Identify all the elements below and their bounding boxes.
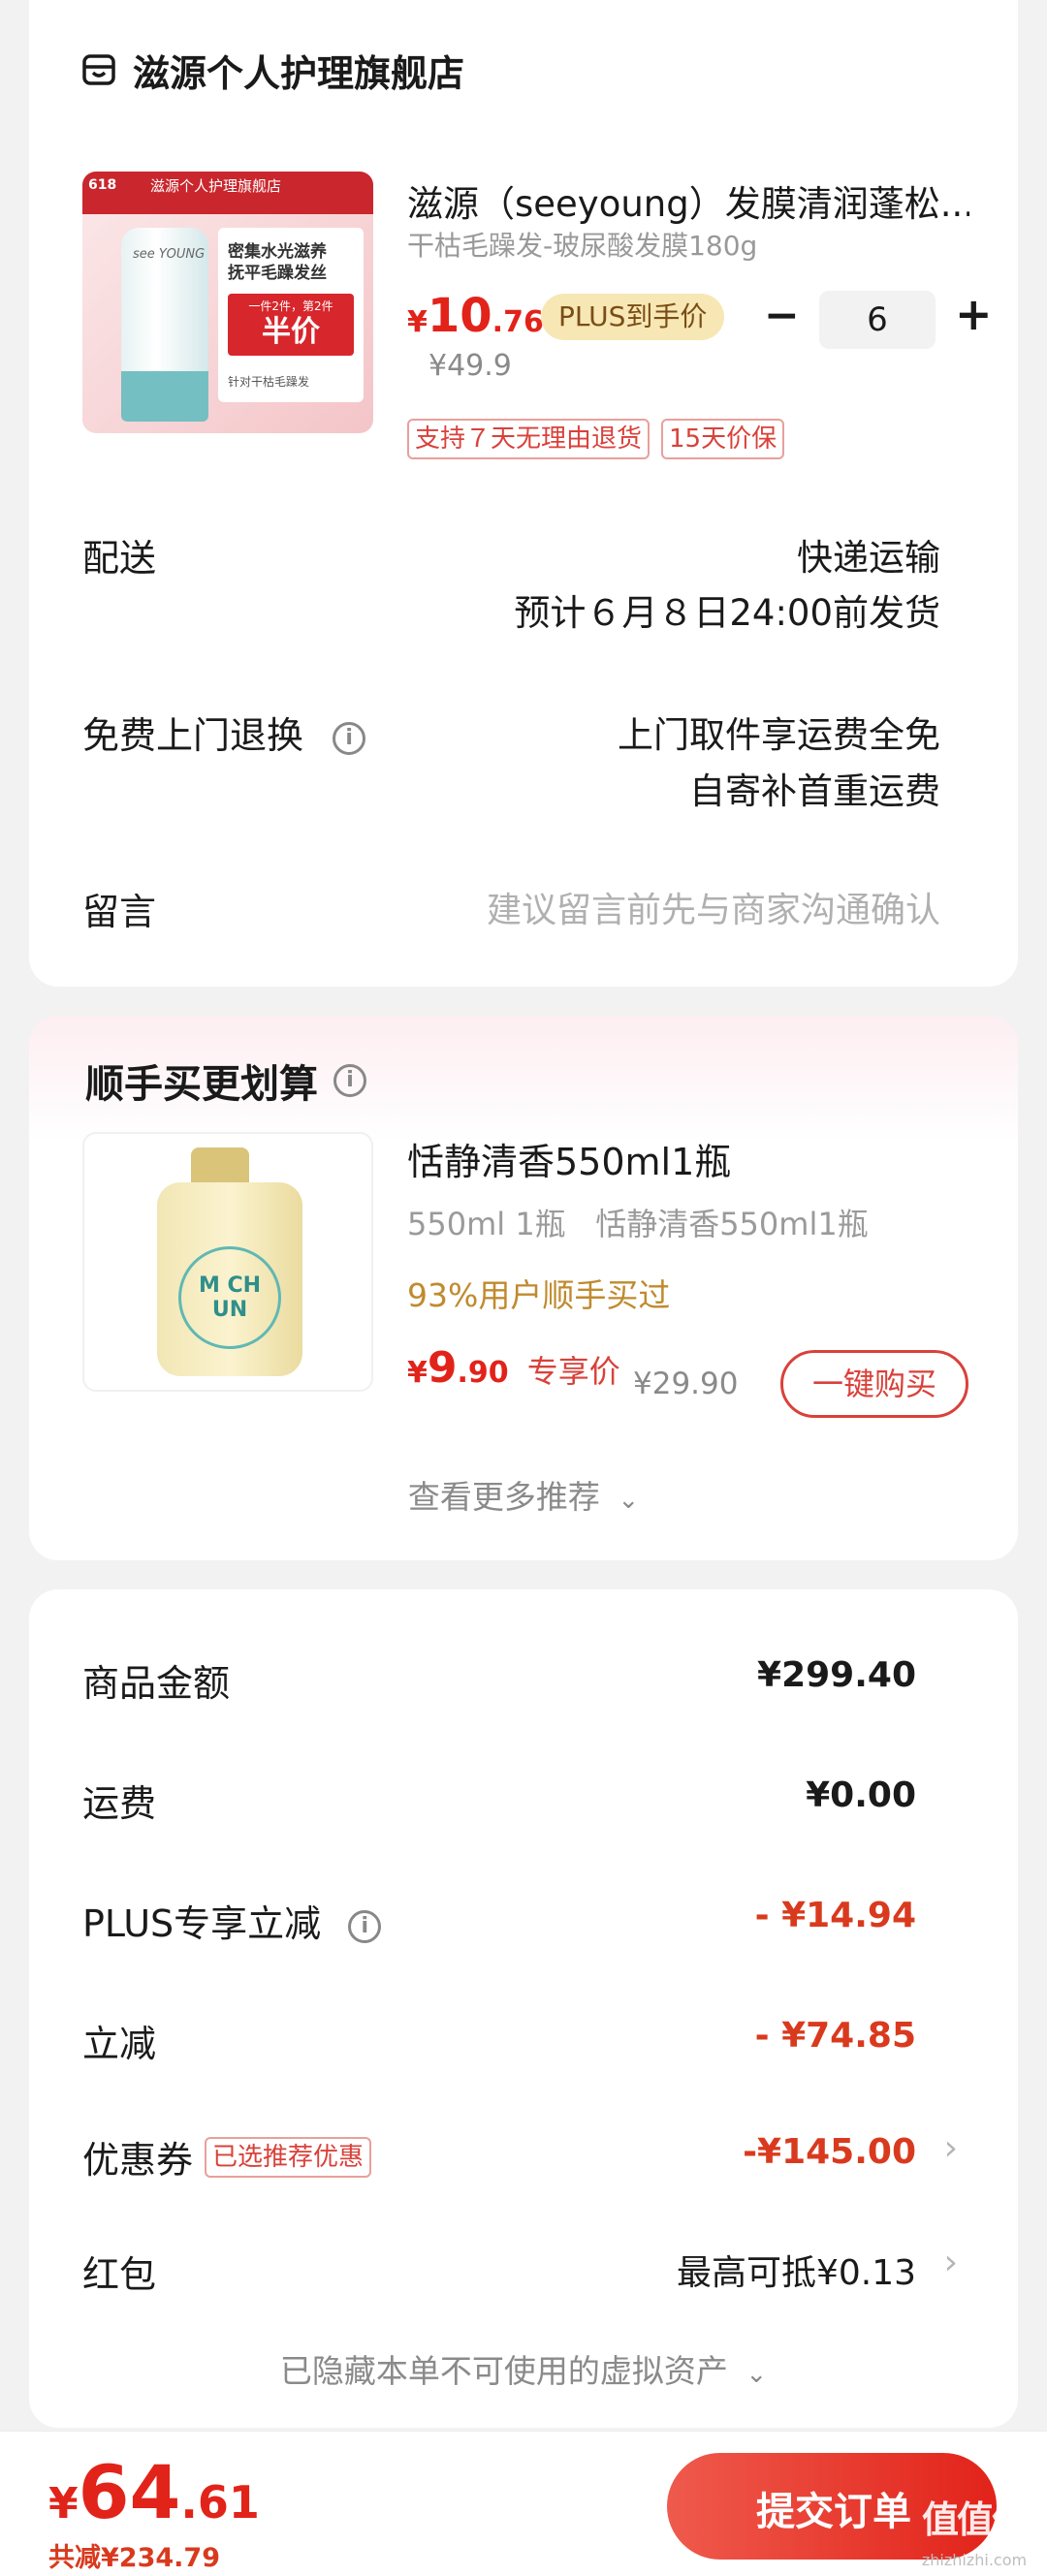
returns-line1: 上门取件享运费全免 [618, 714, 940, 756]
summary-coupon-label: 优惠券 已选推荐优惠 [82, 2130, 372, 2183]
addon-price: ¥9.90 专享价 [407, 1343, 620, 1393]
product-spec[interactable]: 干枯毛躁发-玻尿酸发膜180g [407, 225, 757, 264]
product-title[interactable]: 滋源（seeyoung）发膜清润蓬松... [407, 174, 969, 227]
product-image[interactable]: 618 滋源个人护理旗舰店 see YOUNG 密集水光滋养 抚平毛躁发丝 一件… [82, 172, 373, 433]
total-price-symbol: ¥ [48, 2479, 79, 2529]
addon-social: 93%用户顺手买过 [407, 1276, 671, 1314]
addon-image[interactable]: M CH UN [82, 1132, 373, 1392]
summary-discount-value: - ¥74.85 [754, 2016, 916, 2056]
total-price: ¥64.61 [48, 2449, 260, 2535]
watermark-url: zhizhizhi.com [921, 2551, 1028, 2569]
one-click-buy-button[interactable]: 一键购买 [780, 1350, 968, 1418]
addon-price-int: 9 [427, 1343, 458, 1393]
hidden-assets-text: 已隐藏本单不可使用的虚拟资产 [279, 2352, 728, 2390]
store-name: 滋源个人护理旗舰店 [133, 51, 465, 95]
bottom-bar: ¥64.61 共减¥234.79 提交订单 值值值 zhizhizhi.com [0, 2431, 1047, 2576]
watermark-logo: 值值值 zhizhizhi.com [911, 2490, 1037, 2569]
promo-line2: 抚平毛躁发丝 [228, 264, 327, 283]
qty-minus-button[interactable]: − [764, 291, 800, 340]
summary-goods-label: 商品金额 [82, 1662, 231, 1705]
chevron-right-icon[interactable]: › [944, 2243, 958, 2282]
bottle-pump [191, 1147, 249, 1182]
summary-goods-value: ¥299.40 [757, 1655, 916, 1695]
badge-618: 618 [88, 177, 117, 193]
returns-label-text: 免费上门退换 [82, 714, 304, 757]
tube-brand: see YOUNG [133, 247, 206, 262]
delivery-method[interactable]: 快递运输 [797, 528, 940, 581]
addon-title-text: 顺手买更划算 [85, 1062, 318, 1107]
addon-item-spec[interactable]: 550ml 1瓶 恬静清香550ml1瓶 [407, 1200, 869, 1244]
addon-title: 顺手买更划算 i [85, 1052, 366, 1109]
tag-price-protect[interactable]: 15天价保 [661, 419, 785, 459]
order-card: 滋源个人护理旗舰店 618 滋源个人护理旗舰店 see YOUNG 密集水光滋养… [29, 0, 1018, 987]
promo-red: 一件2件，第2件 半价 [228, 294, 354, 356]
store-icon [82, 54, 115, 85]
total-price-int: 64 [78, 2449, 181, 2535]
see-more-link[interactable]: 查看更多推荐 ⌄ [29, 1471, 1018, 1518]
hidden-assets-link[interactable]: 已隐藏本单不可使用的虚拟资产 ⌄ [29, 2345, 1018, 2392]
tag-7day-return[interactable]: 支持７天无理由退货 [407, 419, 650, 459]
summary-coupon-label-text: 优惠券 [82, 2139, 194, 2182]
summary-plus-value: - ¥14.94 [754, 1896, 916, 1935]
image-store-name: 滋源个人护理旗舰店 [150, 177, 282, 195]
addon-item-name[interactable]: 恬静清香550ml1瓶 [407, 1132, 731, 1185]
promo-foot: 针对干枯毛躁发 [228, 375, 310, 389]
image-top-banner: 618 滋源个人护理旗舰店 [82, 172, 373, 214]
addon-price-label: 专享价 [526, 1353, 620, 1390]
chevron-right-icon[interactable]: › [944, 2128, 958, 2168]
promo-box: 密集水光滋养 抚平毛躁发丝 一件2件，第2件 半价 针对干枯毛躁发 [218, 228, 364, 402]
delivery-eta: 预计６月８日24:00前发货 [514, 592, 940, 634]
note-label: 留言 [82, 891, 157, 933]
promo-big: 半价 [262, 315, 320, 349]
coupon-badge: 已选推荐优惠 [205, 2136, 372, 2178]
returns-label: 免费上门退换 i [82, 706, 366, 759]
info-icon[interactable]: i [333, 721, 366, 755]
total-price-dec: .61 [180, 2476, 260, 2529]
summary-discount-label: 立减 [82, 2023, 157, 2065]
summary-card: 商品金额 ¥299.40 运费 ¥0.00 PLUS专享立减 i - ¥14.9… [29, 1589, 1018, 2428]
addon-card: 顺手买更划算 i M CH UN 恬静清香550ml1瓶 550ml 1瓶 恬静… [29, 1016, 1018, 1560]
summary-shipping-label: 运费 [82, 1782, 157, 1825]
total-saved: 共减¥234.79 [48, 2543, 220, 2573]
info-icon[interactable]: i [333, 1064, 366, 1097]
product-price: ¥10.76 [407, 289, 544, 343]
summary-shipping-value: ¥0.00 [806, 1775, 916, 1815]
chevron-down-icon: ⌄ [746, 2360, 768, 2389]
submit-order-label: 提交订单 [756, 2490, 911, 2534]
delivery-label: 配送 [82, 537, 157, 580]
plus-badge: PLUS到手价 [541, 294, 725, 340]
returns-line2: 自寄补首重运费 [689, 770, 940, 812]
summary-plus-label: PLUS专享立减 i [82, 1894, 382, 1947]
note-input[interactable]: 建议留言前先与商家沟通确认 [487, 882, 940, 932]
store-header[interactable]: 滋源个人护理旗舰店 [82, 41, 464, 99]
summary-redpacket-label: 红包 [82, 2253, 157, 2296]
summary-plus-label-text: PLUS专享立减 [82, 1902, 322, 1945]
addon-orig-price: ¥29.90 [633, 1367, 739, 1401]
bottle-body: M CH UN [157, 1182, 302, 1376]
product-tags: 支持７天无理由退货 15天价保 [407, 419, 785, 459]
price-int: 10 [427, 289, 492, 343]
see-more-text: 查看更多推荐 [407, 1478, 600, 1516]
price-symbol: ¥ [407, 305, 428, 339]
chevron-down-icon: ⌄ [618, 1486, 640, 1515]
addon-price-dec: .90 [457, 1356, 509, 1390]
info-icon[interactable]: i [348, 1909, 382, 1943]
summary-redpacket-value[interactable]: 最高可抵¥0.13 [677, 2245, 916, 2295]
qty-input[interactable]: 6 [819, 291, 936, 349]
bottle-label: M CH UN [178, 1246, 281, 1349]
summary-coupon-value[interactable]: -¥145.00 [743, 2132, 916, 2172]
addon-price-symbol: ¥ [407, 1356, 428, 1390]
qty-plus-button[interactable]: + [955, 288, 993, 340]
product-orig-price: ¥49.9 [428, 349, 512, 383]
bottle-label-text: M CH UN [198, 1273, 262, 1322]
promo-small: 一件2件，第2件 [248, 299, 333, 313]
price-dec: .76 [492, 305, 544, 339]
watermark-logo-text: 值值值 [921, 2498, 1029, 2541]
product-tube: see YOUNG [121, 228, 208, 422]
